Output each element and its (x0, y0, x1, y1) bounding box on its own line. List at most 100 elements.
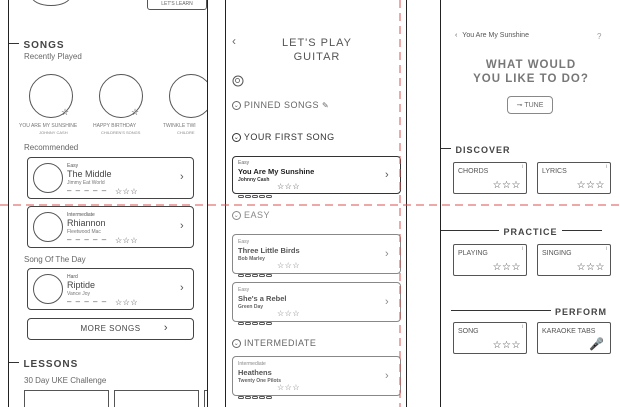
song-title: The Middle (67, 169, 112, 179)
song-card[interactable]: Easy Three Little Birds Bob Marley ☆☆☆ › (232, 234, 401, 277)
back-label: You Are My Sunshine (462, 32, 529, 39)
chevron-down-icon: ⌄ (232, 133, 241, 143)
recent-artist: JOHNNY CASH (39, 130, 68, 135)
first-song-section[interactable]: ⌄ YOUR FIRST SONG (232, 132, 335, 143)
practice-header: PRACTICE (441, 222, 620, 240)
songs-header: SONGS (9, 35, 65, 53)
recent-song-art[interactable] (169, 74, 207, 118)
star-icon: ☆ (131, 107, 140, 117)
singing-option[interactable]: SINGING i ☆☆☆ (537, 244, 611, 276)
tuner-icon: ⊸ (516, 102, 523, 109)
option-stars: ☆☆☆ (492, 340, 521, 351)
songs-panel: LET'S LEARN SONGS Recently Played ☆ ☆ YO… (8, 0, 208, 407)
tune-button[interactable]: ⊸ TUNE (507, 96, 553, 114)
progress-dashes: – – – – – (67, 297, 108, 306)
recommended-label: Recommended (24, 143, 79, 152)
chevron-down-icon: ⌄ (232, 101, 241, 111)
song-artist: Twenty One Pilots (238, 378, 281, 384)
easy-section[interactable]: ⌄ EASY (232, 210, 270, 221)
back-chevron-icon: ‹ (455, 32, 458, 39)
song-stars: ☆☆☆ (277, 182, 301, 191)
recent-artist: CHILDREN'S SONGS (101, 130, 141, 135)
song-level: Easy (238, 239, 250, 245)
recent-title: HAPPY BIRTHDAY (93, 123, 137, 129)
progress-segments (238, 264, 273, 282)
pinned-songs-section[interactable]: ⌄ PINNED SONGS ✎ (232, 100, 329, 111)
song-card[interactable]: Easy You Are My Sunshine Johnny Cash ☆☆☆… (232, 156, 401, 198)
option-stars: ☆☆☆ (492, 180, 521, 191)
search-icon[interactable] (232, 74, 244, 87)
recently-played-label: Recently Played (24, 52, 82, 61)
song-art (33, 274, 63, 304)
recommended-song-card[interactable]: Easy The Middle Jimmy Eat World – – – – … (27, 157, 194, 199)
song-artist: Johnny Cash (238, 177, 270, 183)
progress-segments (238, 185, 273, 203)
lesson-card[interactable] (114, 390, 199, 407)
top-button-label: LET'S LEARN (161, 1, 193, 7)
recent-title: YOU ARE MY SUNSHINE (19, 123, 78, 129)
song-artist: Bob Marley (238, 256, 265, 262)
lesson-card[interactable] (24, 390, 109, 407)
chevron-right-icon: › (163, 322, 168, 334)
song-option[interactable]: SONG i ☆☆☆ (453, 322, 527, 354)
song-of-day-card[interactable]: Hard Riptide Vance Joy – – – – – ☆☆☆ › (27, 268, 194, 310)
option-stars: ☆☆☆ (576, 262, 605, 273)
progress-dashes: – – – – – (67, 235, 108, 244)
song-stars: ☆☆☆ (277, 383, 301, 392)
song-art (33, 212, 63, 242)
top-curve (31, 0, 71, 6)
play-guitar-panel: ‹ LET'S PLAY GUITAR ⌄ PINNED SONGS ✎ ⌄ Y… (225, 0, 407, 407)
perform-header: PERFORM (441, 302, 620, 320)
song-artist: Green Day (238, 304, 264, 310)
song-stars: ☆☆☆ (115, 236, 139, 245)
lyrics-option[interactable]: LYRICS i ☆☆☆ (537, 162, 611, 194)
playing-option[interactable]: PLAYING i ☆☆☆ (453, 244, 527, 276)
song-title: Riptide (67, 280, 96, 290)
chevron-right-icon: › (180, 220, 184, 232)
song-card[interactable]: Easy She's a Rebel Green Day ☆☆☆ › (232, 282, 401, 325)
chevron-right-icon: › (180, 282, 184, 294)
more-songs-label: MORE SONGS (80, 324, 141, 333)
help-icon[interactable]: ? (597, 32, 601, 41)
song-card[interactable]: Intermediate Heathens Twenty One Pilots … (232, 356, 401, 399)
chevron-down-icon: ⌄ (232, 211, 241, 221)
song-stars: ☆☆☆ (115, 187, 139, 196)
top-button[interactable]: LET'S LEARN (147, 0, 207, 10)
song-title: Three Little Birds (238, 246, 300, 255)
song-title: Heathens (238, 368, 272, 377)
chevron-down-icon: ⌄ (232, 339, 241, 349)
recommended-song-card[interactable]: Intermediate Rhiannon Fleetwood Mac – – … (27, 206, 194, 248)
lesson-card[interactable] (204, 390, 207, 407)
song-title: She's a Rebel (238, 294, 287, 303)
song-stars: ☆☆☆ (277, 309, 301, 318)
page-title: LET'S PLAY GUITAR (226, 36, 406, 64)
option-stars: ☆☆☆ (492, 262, 521, 273)
song-level: Easy (238, 160, 250, 166)
song-title: Rhiannon (67, 218, 106, 228)
chevron-right-icon: › (385, 169, 389, 181)
song-level: Easy (238, 287, 250, 293)
progress-segments (238, 312, 273, 330)
back-button[interactable]: ‹ You Are My Sunshine (455, 32, 529, 39)
discover-header: DISCOVER (441, 140, 510, 158)
song-level: Intermediate (238, 361, 266, 367)
song-title: You Are My Sunshine (238, 167, 315, 176)
title-line-1: LET'S PLAY (282, 37, 352, 49)
tune-label: TUNE (524, 102, 544, 109)
song-options-panel: ‹ You Are My Sunshine ? WHAT WOULD YOU L… (440, 0, 620, 407)
recent-artist: CHILDRE (177, 130, 195, 135)
chevron-right-icon: › (385, 248, 389, 260)
intermediate-section[interactable]: ⌄ INTERMEDIATE (232, 338, 316, 349)
chords-option[interactable]: CHORDS i ☆☆☆ (453, 162, 527, 194)
chevron-right-icon: › (180, 171, 184, 183)
question-heading: WHAT WOULD YOU LIKE TO DO? (473, 59, 589, 85)
chevron-right-icon: › (385, 296, 389, 308)
progress-segments (238, 386, 273, 404)
lessons-header: LESSONS (9, 354, 78, 372)
more-songs-button[interactable]: MORE SONGS › (27, 318, 194, 340)
song-stars: ☆☆☆ (277, 261, 301, 270)
karaoke-tabs-option[interactable]: KARAOKE TABS 🎤 (537, 322, 611, 354)
progress-dashes: – – – – – (67, 186, 108, 195)
microphone-icon: 🎤 (589, 337, 604, 351)
song-stars: ☆☆☆ (115, 298, 139, 307)
